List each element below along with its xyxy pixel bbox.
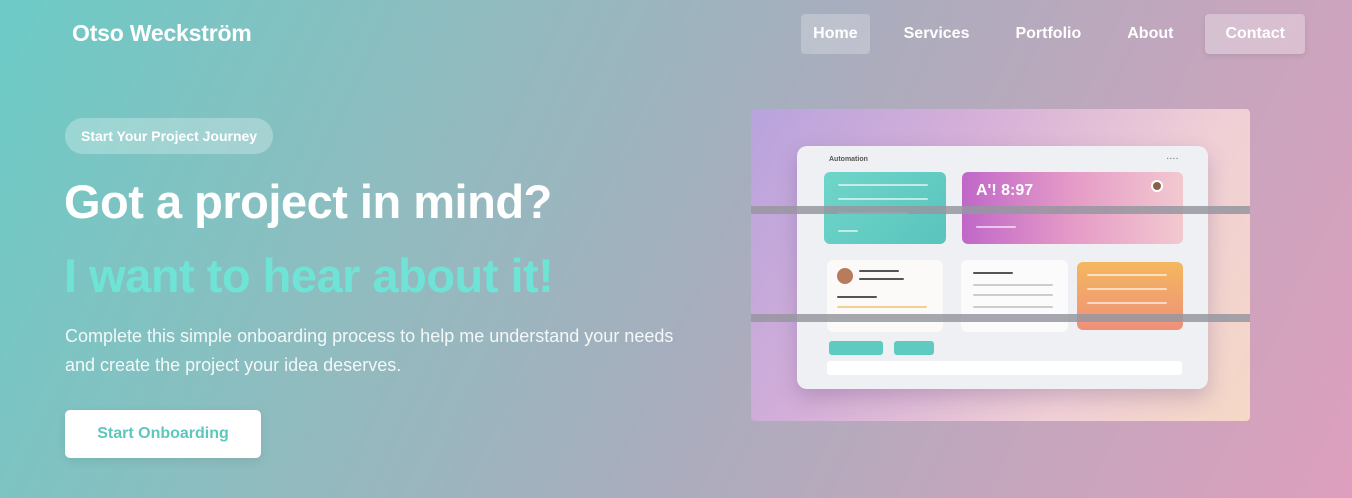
mockup-profile-avatar [837,268,853,284]
dashboard-mockup-image: Automation ▪ ▪ ▪ ▪ A'! 8:97 [751,109,1250,421]
mockup-divider-2 [751,314,1250,322]
nav-home[interactable]: Home [801,14,870,54]
hero-subheading: I want to hear about it! [64,249,554,302]
mockup-pill-2 [894,341,934,355]
mockup-pill-1 [829,341,883,355]
nav-about[interactable]: About [1115,14,1185,54]
nav-services[interactable]: Services [892,14,982,54]
mockup-clock: A'! 8:97 [976,182,1034,199]
mockup-bottom-bar [827,361,1182,375]
nav-contact-button[interactable]: Contact [1205,14,1305,54]
mockup-title: Automation [829,156,868,163]
hero-description: Complete this simple onboarding process … [65,326,674,375]
main-nav: Home Services Portfolio About Contact [791,14,1305,54]
journey-badge: Start Your Project Journey [65,118,274,154]
mockup-nav: ▪ ▪ ▪ ▪ [1166,156,1178,162]
start-onboarding-button[interactable]: Start Onboarding [65,410,261,458]
nav-portfolio[interactable]: Portfolio [1003,14,1093,54]
site-logo[interactable]: Otso Weckström [72,20,252,47]
hero-heading: Got a project in mind? [64,175,552,228]
mockup-avatar [1151,180,1163,192]
mockup-screen: Automation ▪ ▪ ▪ ▪ A'! 8:97 [797,146,1208,389]
mockup-divider-1 [751,206,1250,214]
